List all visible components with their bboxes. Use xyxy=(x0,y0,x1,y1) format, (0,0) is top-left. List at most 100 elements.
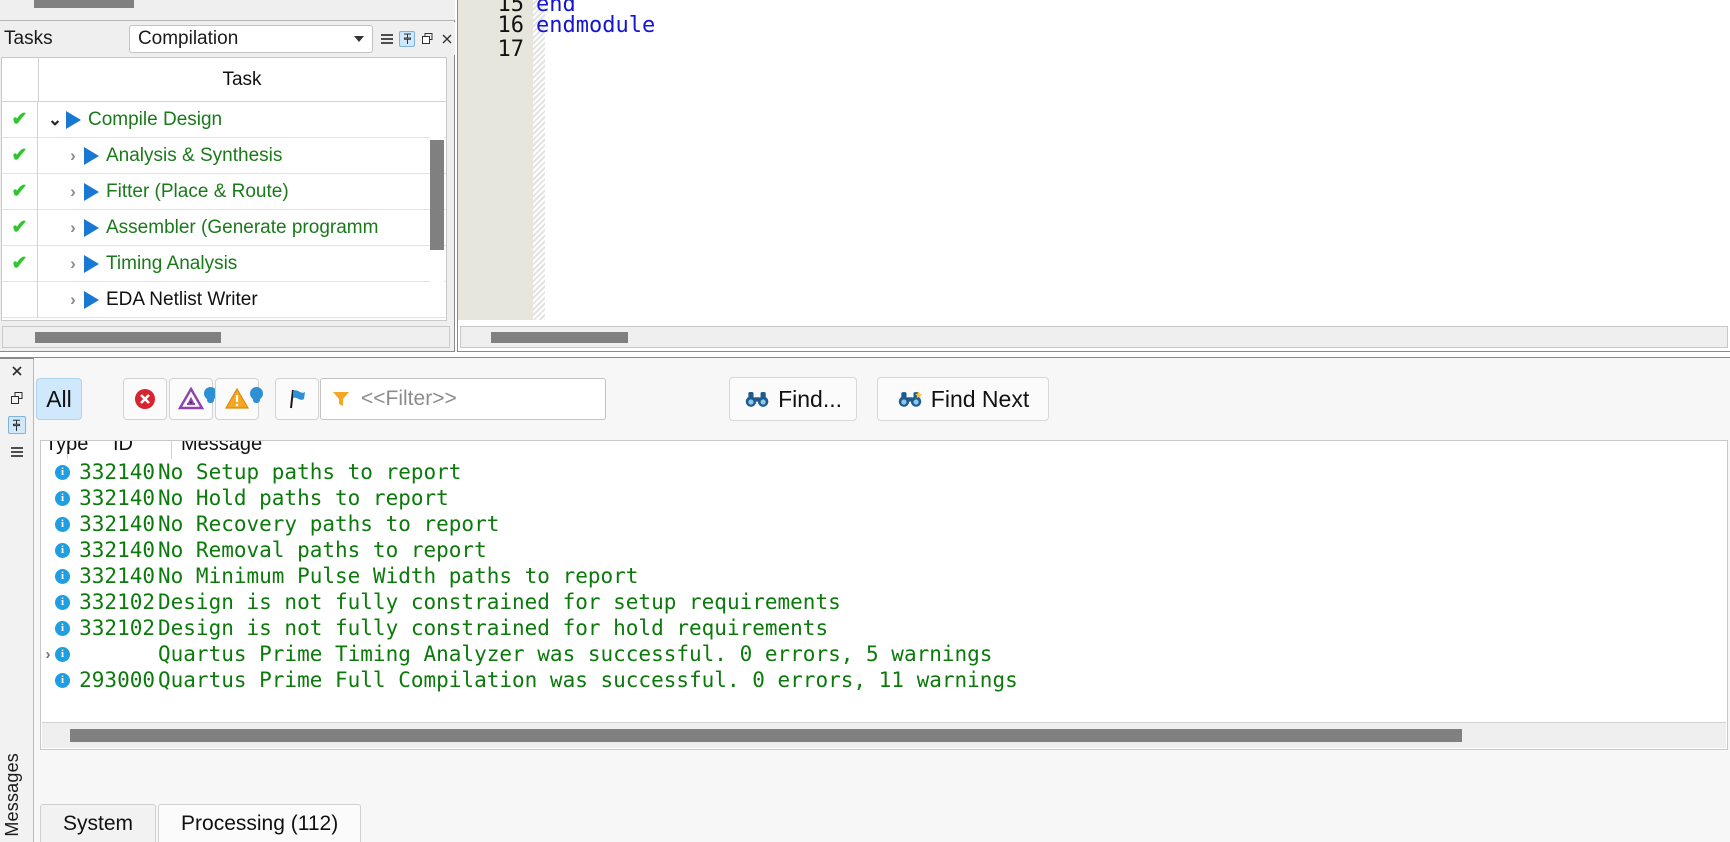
task-status-cell: ✔ xyxy=(2,173,38,210)
chevron-right-icon[interactable]: › xyxy=(64,182,82,202)
task-label: Timing Analysis xyxy=(106,252,238,274)
restore-icon[interactable] xyxy=(419,31,435,47)
task-status-cell: ✔ xyxy=(2,245,38,282)
message-text: Quartus Prime Full Compilation was succe… xyxy=(158,668,1018,692)
chevron-right-icon[interactable]: › xyxy=(41,646,55,663)
table-row[interactable]: ✔ › Timing Analysis xyxy=(2,245,446,282)
page-title: Tasks xyxy=(4,27,53,49)
menu-icon[interactable] xyxy=(8,443,26,461)
close-icon[interactable] xyxy=(8,362,26,380)
pin-icon[interactable] xyxy=(399,30,415,47)
horizontal-scrollbar-thumb[interactable] xyxy=(35,332,221,343)
message-id: 332140 xyxy=(79,460,155,484)
close-glyph xyxy=(442,34,452,43)
run-task-icon[interactable] xyxy=(84,218,99,237)
find-button[interactable]: Find... xyxy=(729,377,857,421)
tasks-vertical-scrollbar[interactable] xyxy=(430,104,444,297)
messages-table[interactable]: Type ID Message i 332140 No Setup paths … xyxy=(40,440,1728,750)
table-row[interactable]: i 332140 No Removal paths to report xyxy=(41,537,1727,563)
table-row[interactable]: i 332140 No Recovery paths to report xyxy=(41,511,1727,537)
table-row[interactable]: ✔ ⌄ Compile Design xyxy=(2,101,446,138)
chevron-right-icon[interactable]: › xyxy=(64,290,82,310)
horizontal-scrollbar-thumb[interactable] xyxy=(491,332,628,343)
table-row[interactable]: › EDA Netlist Writer xyxy=(2,281,446,318)
find-button-label: Find... xyxy=(778,385,842,412)
error-filter-button[interactable] xyxy=(123,378,167,420)
chevron-down-icon[interactable] xyxy=(354,35,364,42)
task-label: Assembler (Generate programm xyxy=(106,216,379,238)
restore-glyph xyxy=(10,392,22,404)
application-window: Tasks Compilation Task ✔ ⌄ Compile Desig… xyxy=(0,0,1730,842)
table-row[interactable]: ✔ › Fitter (Place & Route) xyxy=(2,173,446,210)
chevron-right-icon[interactable]: › xyxy=(64,146,82,166)
table-row[interactable]: i 332102 Design is not fully constrained… xyxy=(41,615,1727,641)
messages-column-header-type[interactable]: Type xyxy=(45,441,88,456)
pin-icon[interactable] xyxy=(7,416,26,434)
tasks-panel-controls xyxy=(379,30,455,47)
run-task-icon[interactable] xyxy=(84,254,99,273)
run-task-icon[interactable] xyxy=(84,146,99,165)
horizontal-scrollbar-thumb[interactable] xyxy=(34,0,134,8)
table-row[interactable]: ✔ › Assembler (Generate programm xyxy=(2,209,446,246)
table-row[interactable]: i 332140 No Minimum Pulse Width paths to… xyxy=(41,563,1727,589)
messages-dock-rail: Messages xyxy=(0,358,34,842)
run-task-icon[interactable] xyxy=(66,110,81,129)
find-next-button[interactable]: Find Next xyxy=(877,377,1049,421)
tab-system-label: System xyxy=(63,811,134,835)
code-editor-panel[interactable]: 15 16 17 end endmodule xyxy=(457,0,1730,352)
tasks-horizontal-scrollbar[interactable] xyxy=(2,326,450,348)
messages-horizontal-scrollbar[interactable] xyxy=(42,722,1726,748)
message-text: No Removal paths to report xyxy=(158,538,487,562)
horizontal-scrollbar-thumb[interactable] xyxy=(70,729,1462,742)
editor-fold-margin xyxy=(533,0,545,320)
table-row[interactable]: i 332102 Design is not fully constrained… xyxy=(41,589,1727,615)
info-icon: i xyxy=(55,594,70,610)
tasks-table: Task ✔ ⌄ Compile Design ✔ › Analysis & S… xyxy=(1,57,447,321)
flag-filter-button[interactable] xyxy=(275,378,319,420)
tasks-table-header: Task xyxy=(2,58,446,102)
messages-column-header-id[interactable]: ID xyxy=(113,441,133,456)
table-row[interactable]: i 332140 No Setup paths to report xyxy=(41,459,1727,485)
close-icon[interactable] xyxy=(439,31,455,47)
run-task-icon[interactable] xyxy=(84,290,99,309)
tasks-panel-top-scroll-strip[interactable] xyxy=(0,0,455,21)
vertical-scrollbar-thumb[interactable] xyxy=(430,140,444,250)
check-icon: ✔ xyxy=(11,181,28,202)
table-row[interactable]: i 293000 Quartus Prime Full Compilation … xyxy=(41,667,1727,693)
critical-warning-filter-button[interactable] xyxy=(169,378,217,420)
table-row[interactable]: i 332140 No Hold paths to report xyxy=(41,485,1727,511)
pin-glyph xyxy=(13,419,20,431)
flow-select[interactable]: Compilation xyxy=(128,24,373,53)
message-id: 332140 xyxy=(79,512,155,536)
flag-filter-icon xyxy=(290,389,305,409)
info-icon: i xyxy=(55,646,70,662)
run-task-icon[interactable] xyxy=(84,182,99,201)
info-icon: i xyxy=(55,464,70,480)
warning-filter-button[interactable] xyxy=(215,378,263,420)
filter-input[interactable]: <<Filter>> xyxy=(320,378,606,420)
tab-processing[interactable]: Processing (112) xyxy=(158,804,362,842)
filter-all-label: All xyxy=(46,385,72,412)
chevron-right-icon[interactable]: › xyxy=(64,218,82,238)
critical-warning-filter-icon xyxy=(178,386,204,410)
tasks-column-header-task: Task xyxy=(222,69,262,90)
table-row[interactable]: › i Quartus Prime Timing Analyzer was su… xyxy=(41,641,1727,667)
chevron-right-icon[interactable]: › xyxy=(64,254,82,274)
menu-icon[interactable] xyxy=(379,31,395,47)
warning-filter-icon xyxy=(224,387,250,409)
messages-column-header-message[interactable]: Message xyxy=(181,441,262,456)
tab-system[interactable]: System xyxy=(40,804,157,842)
flow-select-value: Compilation xyxy=(137,27,239,49)
editor-horizontal-scrollbar[interactable] xyxy=(460,326,1728,348)
message-text: No Minimum Pulse Width paths to report xyxy=(158,564,639,588)
chevron-down-icon[interactable]: ⌄ xyxy=(46,110,64,130)
close-glyph xyxy=(11,366,22,376)
filter-all-button[interactable]: All xyxy=(36,378,82,420)
binoculars-icon xyxy=(745,392,769,407)
message-id: 293000 xyxy=(79,668,155,692)
task-label: Fitter (Place & Route) xyxy=(106,180,289,202)
restore-icon[interactable] xyxy=(8,389,26,407)
task-status-cell: ✔ xyxy=(2,101,38,138)
table-row[interactable]: ✔ › Analysis & Synthesis xyxy=(2,137,446,174)
task-label: Compile Design xyxy=(88,108,223,130)
